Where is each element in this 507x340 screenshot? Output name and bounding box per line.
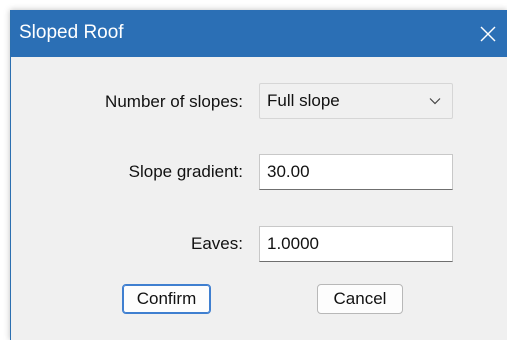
eaves-label: Eaves:	[191, 234, 243, 253]
number-of-slopes-select[interactable]: Full slope	[259, 83, 453, 119]
cancel-button[interactable]: Cancel	[317, 284, 403, 314]
close-button[interactable]	[468, 10, 507, 57]
close-icon	[480, 26, 496, 41]
number-of-slopes-label: Number of slopes:	[105, 92, 243, 111]
eaves-value: 1.0000	[267, 234, 319, 253]
slope-gradient-value: 30.00	[267, 162, 310, 181]
chevron-down-icon	[429, 98, 441, 105]
eaves-input[interactable]: 1.0000	[259, 226, 453, 262]
title-bar[interactable]: Sloped Roof	[11, 10, 507, 57]
confirm-button[interactable]: Confirm	[122, 284, 211, 314]
sloped-roof-dialog: Sloped Roof Number of slopes: Full slope…	[10, 10, 507, 340]
number-of-slopes-value: Full slope	[267, 91, 340, 110]
slope-gradient-label: Slope gradient:	[128, 162, 243, 181]
dialog-title: Sloped Roof	[19, 22, 124, 43]
slope-gradient-input[interactable]: 30.00	[259, 154, 453, 190]
